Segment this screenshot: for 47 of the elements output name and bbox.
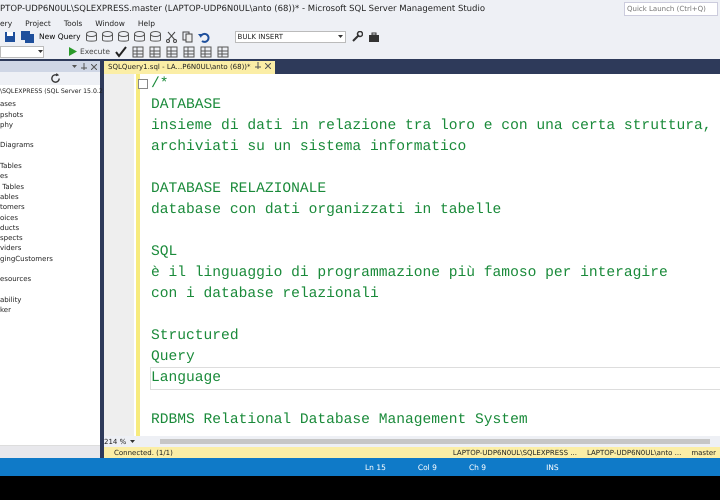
code-line: SQL (151, 244, 178, 260)
caret-icon (38, 50, 43, 53)
code-line: DATABASE RELAZIONALE (151, 181, 326, 197)
window-title: PTOP-UDP6N0UL\SQLEXPRESS.master (LAPTOP-UDP6N0UL\anto (68))* - Microsoft SQL Server Management Studio (0, 4, 486, 14)
code-editor[interactable] (104, 74, 720, 436)
undo-icon[interactable] (198, 30, 210, 42)
code-line: con i database relazionali (151, 286, 379, 302)
cut-icon[interactable] (166, 30, 177, 42)
code-line: è il linguaggio di programmazione più famoso per interagire (151, 265, 668, 281)
grid-icon[interactable] (217, 46, 229, 58)
checkmark-icon[interactable] (115, 46, 127, 58)
code-line: Query (151, 349, 195, 365)
database-icon[interactable] (102, 30, 113, 42)
grid-icon[interactable] (200, 46, 212, 58)
grid-icon[interactable] (149, 46, 161, 58)
code-line: database con dati organizzati in tabelle (151, 202, 502, 218)
grid-icon[interactable] (132, 46, 144, 58)
close-icon[interactable] (91, 64, 97, 70)
caret-icon (338, 35, 343, 38)
code-line: RDBMS Relational Database Management System (151, 412, 528, 428)
code-line: DATABASE (151, 97, 222, 113)
save-all-icon[interactable] (21, 30, 34, 42)
database-icon[interactable] (86, 30, 97, 42)
collapse-icon[interactable] (138, 79, 148, 89)
save-icon[interactable] (4, 30, 16, 42)
code-line: /* (151, 76, 169, 92)
caret-icon (130, 440, 136, 443)
code-line: Structured (151, 328, 239, 344)
copy-icon[interactable] (182, 30, 193, 42)
refresh-icon[interactable] (50, 73, 61, 84)
horizontal-scrollbar[interactable] (160, 439, 710, 444)
horizontal-scrollbar[interactable] (0, 445, 100, 458)
database-icon[interactable] (134, 30, 145, 42)
pin-icon[interactable] (254, 62, 261, 69)
pin-icon[interactable] (81, 63, 87, 70)
grid-icon[interactable] (166, 46, 178, 58)
caret-icon[interactable] (72, 65, 77, 68)
code-line: insieme di dati in relazione tra loro e con una certa struttura, (151, 118, 712, 134)
database-icon[interactable] (118, 30, 129, 42)
code-line: archiviati su un sistema informatico (151, 139, 466, 155)
close-icon[interactable] (264, 63, 271, 69)
toolbox-icon[interactable] (368, 30, 380, 42)
database-icon[interactable] (150, 30, 161, 42)
wrench-icon[interactable] (350, 30, 363, 42)
play-icon (69, 47, 77, 56)
grid-icon[interactable] (183, 46, 195, 58)
code-line: Language (151, 370, 222, 386)
